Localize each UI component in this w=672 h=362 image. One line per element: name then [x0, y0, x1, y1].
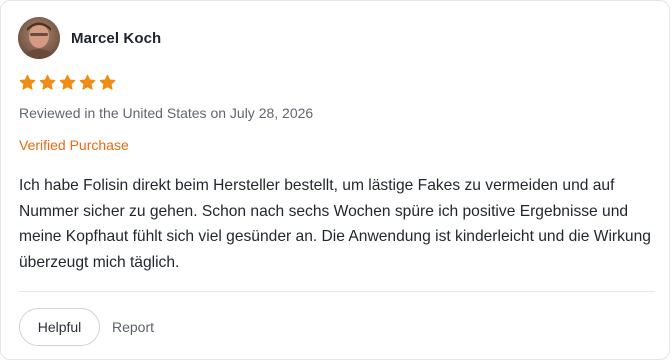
- review-text: Ich habe Folisin direkt beim Hersteller …: [19, 177, 651, 271]
- review-card: Marcel Koch Reviewed in the United State…: [0, 0, 670, 360]
- star-icon: [59, 74, 76, 90]
- star-icon: [79, 74, 96, 90]
- divider: [19, 291, 655, 292]
- star-icon: [39, 74, 56, 90]
- helpful-button[interactable]: Helpful: [19, 308, 100, 346]
- reviewer-header: Marcel Koch: [18, 17, 161, 59]
- star-icon: [99, 74, 116, 90]
- verified-purchase-badge: Verified Purchase: [19, 137, 129, 153]
- star-icon: [19, 74, 36, 90]
- review-date: Reviewed in the United States on July 28…: [19, 105, 314, 121]
- reviewer-name: Marcel Koch: [71, 29, 162, 47]
- report-link[interactable]: Report: [112, 318, 154, 336]
- avatar: [18, 17, 60, 59]
- star-rating: [19, 74, 116, 91]
